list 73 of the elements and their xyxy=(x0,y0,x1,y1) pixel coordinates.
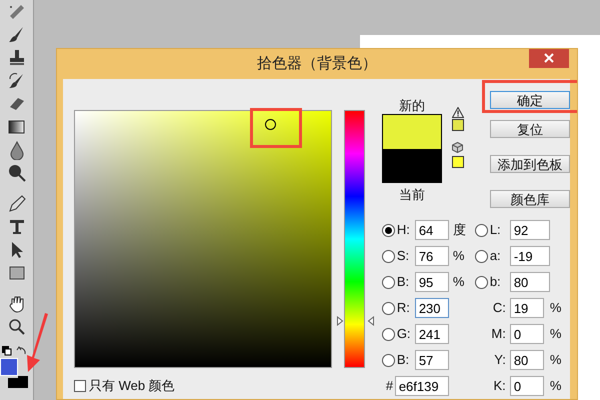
color-picker-ring[interactable] xyxy=(264,118,276,130)
radio-button[interactable] xyxy=(474,250,488,262)
foreground-color-swatch[interactable] xyxy=(0,358,18,376)
dialog-button[interactable]: 添加到色板 xyxy=(490,155,570,173)
field-label: B: xyxy=(396,273,410,292)
field-label: G: xyxy=(396,325,412,344)
color-field[interactable] xyxy=(74,110,332,368)
unit-label: % xyxy=(550,299,562,318)
background-color-swatch[interactable] xyxy=(8,376,28,388)
field-label: S: xyxy=(396,247,410,266)
radio-button[interactable] xyxy=(382,276,395,288)
unit-label: % xyxy=(452,273,466,292)
close-button[interactable] xyxy=(529,49,569,68)
field-label: B: xyxy=(396,351,410,370)
radio-button[interactable] xyxy=(474,276,488,288)
field-label: C: xyxy=(492,299,507,318)
warning-icon[interactable] xyxy=(452,107,464,118)
cube-icon[interactable] xyxy=(452,142,464,153)
gamut-color-swatch[interactable] xyxy=(452,119,464,131)
web-only-label: 只有 Web 颜色 xyxy=(89,377,175,395)
unit-label: % xyxy=(550,325,562,344)
field-label: H: xyxy=(396,221,411,240)
hue-slider-handle[interactable] xyxy=(337,316,374,326)
arrow-annotation xyxy=(24,312,50,374)
dialog-button[interactable]: 复位 xyxy=(490,120,570,138)
field-label: a: xyxy=(490,247,502,266)
radio-button[interactable] xyxy=(474,224,488,236)
web-only-checkbox[interactable] xyxy=(74,380,86,392)
value-field[interactable]: 19 xyxy=(510,298,544,318)
value-field[interactable]: 0 xyxy=(510,376,544,396)
value-field[interactable]: 95 xyxy=(414,272,449,292)
dialog-button[interactable]: 确定 xyxy=(490,91,570,109)
radio-button[interactable] xyxy=(382,328,395,340)
value-field[interactable]: -19 xyxy=(510,246,550,266)
value-field[interactable]: 80 xyxy=(510,272,550,292)
field-label: R: xyxy=(396,299,411,318)
field-label: L: xyxy=(490,221,502,240)
swap-colors-icon[interactable] xyxy=(2,346,28,356)
value-field[interactable]: 0 xyxy=(510,324,544,344)
value-field[interactable]: 64 xyxy=(414,220,449,240)
current-color-label: 当前 xyxy=(398,186,425,203)
window-title: 拾色器（背景色） xyxy=(257,54,377,74)
hand-icon[interactable] xyxy=(6,294,26,314)
field-label: # xyxy=(386,377,394,396)
radio-button[interactable] xyxy=(382,250,395,262)
current-color-swatch[interactable] xyxy=(382,149,442,183)
web-safe-color-swatch[interactable] xyxy=(452,156,464,168)
dodge-icon[interactable] xyxy=(6,163,26,183)
value-field[interactable]: 57 xyxy=(414,350,449,370)
radio-button[interactable] xyxy=(382,354,395,366)
radio-button[interactable] xyxy=(382,302,395,314)
dialog-button[interactable]: 颜色库 xyxy=(490,190,570,208)
pen-icon[interactable] xyxy=(6,194,26,214)
value-field[interactable]: 80 xyxy=(510,350,544,370)
value-field[interactable]: 230 xyxy=(414,298,449,318)
new-color-swatch xyxy=(382,114,442,149)
close-icon xyxy=(544,53,554,63)
new-color-label: 新的 xyxy=(398,97,425,114)
field-label: K: xyxy=(492,377,507,396)
unit-label: % xyxy=(550,377,562,396)
value-field[interactable]: 76 xyxy=(414,246,449,266)
value-field[interactable]: 241 xyxy=(414,324,449,344)
unit-label: % xyxy=(550,351,562,370)
field-label: b: xyxy=(490,273,502,292)
value-field[interactable]: 92 xyxy=(510,220,550,240)
field-label: Y: xyxy=(493,351,507,370)
value-field[interactable]: e6f139 xyxy=(394,376,449,396)
unit-label: % xyxy=(452,247,466,266)
unit-label: 度 xyxy=(452,221,467,240)
radio-button[interactable] xyxy=(382,224,395,236)
hue-slider[interactable] xyxy=(337,110,372,368)
field-label: M: xyxy=(490,325,507,344)
zoom-icon[interactable] xyxy=(6,317,26,337)
